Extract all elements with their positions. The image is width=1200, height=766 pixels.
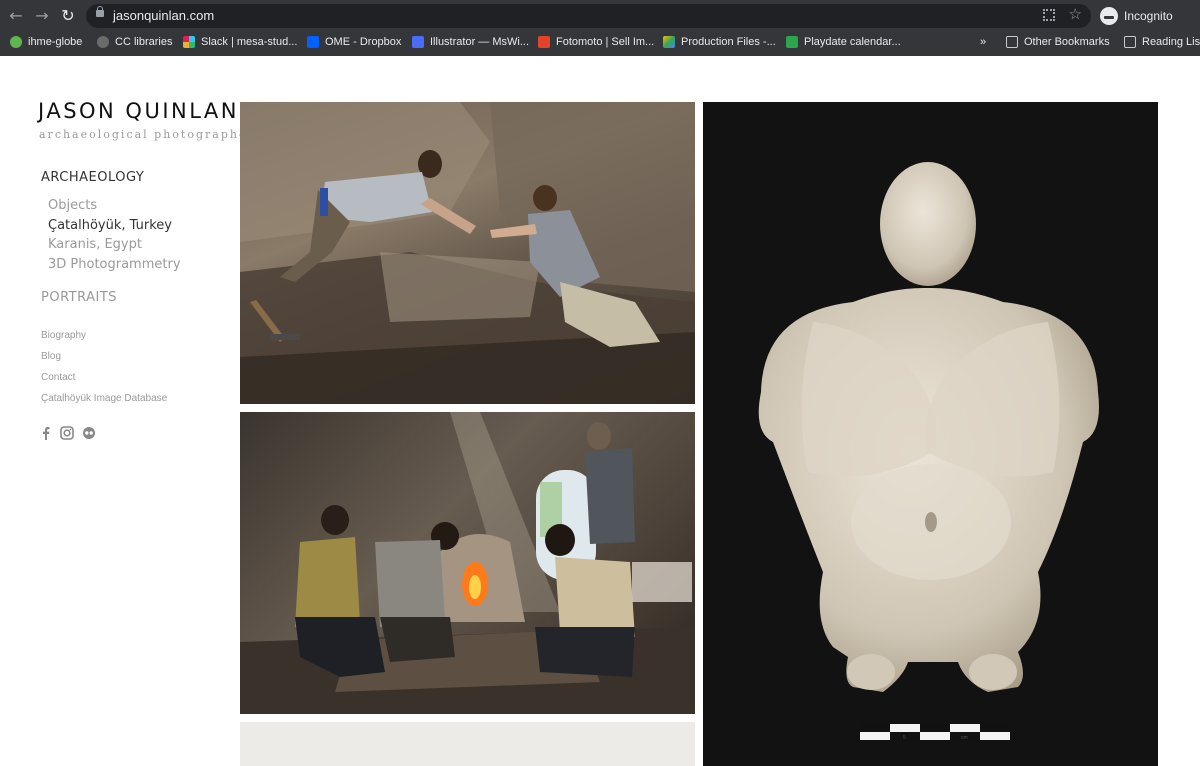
link-biography[interactable]: Biography <box>41 330 86 341</box>
reading-list-icon <box>1124 36 1136 48</box>
interior-scene-photo[interactable] <box>240 412 695 714</box>
slack-icon <box>183 36 195 48</box>
site-title[interactable]: JASON QUINLAN <box>38 99 239 123</box>
address-bar[interactable]: jasonquinlan.com ☆ <box>86 4 1091 28</box>
facebook-icon[interactable] <box>40 426 52 445</box>
creative-cloud-icon <box>97 36 109 48</box>
bookmark-cc-libraries[interactable]: CC libraries <box>97 34 172 50</box>
link-blog[interactable]: Blog <box>41 351 61 362</box>
incognito-label: Incognito <box>1124 9 1173 23</box>
dropbox-icon <box>307 36 319 48</box>
scale-label-cm: cm <box>961 735 968 741</box>
folder-icon <box>1006 36 1018 48</box>
site-subtitle: archaeological photographer <box>39 128 255 141</box>
hash-icon <box>412 36 424 48</box>
link-image-database[interactable]: Çatalhöyük Image Database <box>41 393 167 404</box>
nav-portraits[interactable]: PORTRAITS <box>41 290 117 305</box>
browser-chrome: ← → ↻ jasonquinlan.com ☆ Incognito ihme-… <box>0 0 1200 56</box>
instagram-icon[interactable] <box>60 426 74 445</box>
bookmarks-bar: ihme-globe CC libraries Slack | mesa-stu… <box>0 32 1200 52</box>
reading-list-button[interactable]: Reading List <box>1124 34 1200 50</box>
incognito-indicator[interactable]: Incognito <box>1097 5 1179 27</box>
forward-arrow-icon[interactable]: → <box>32 6 52 26</box>
scale-bar: 5 cm <box>860 724 1010 741</box>
partial-photo[interactable] <box>240 722 695 766</box>
bookmark-illustrator[interactable]: Illustrator — MsWi... <box>412 34 529 50</box>
bookmark-other-bookmarks[interactable]: Other Bookmarks <box>1006 34 1110 50</box>
nav-archaeology[interactable]: ARCHAEOLOGY <box>41 170 144 185</box>
url-text[interactable]: jasonquinlan.com <box>113 8 214 23</box>
flickr-icon[interactable] <box>82 426 96 445</box>
link-contact[interactable]: Contact <box>41 372 75 383</box>
sheets-icon <box>786 36 798 48</box>
drive-icon <box>663 36 675 48</box>
globe-icon <box>10 36 22 48</box>
star-icon[interactable]: ☆ <box>1069 5 1082 23</box>
excavation-photo[interactable] <box>240 102 695 404</box>
reload-icon[interactable]: ↻ <box>58 6 78 26</box>
nav-item-photogrammetry[interactable]: 3D Photogrammetry <box>48 257 181 272</box>
lock-icon <box>96 6 104 17</box>
bookmarks-overflow-button[interactable]: » <box>980 34 986 50</box>
bookmark-dropbox[interactable]: OME - Dropbox <box>307 34 401 50</box>
nav-item-objects[interactable]: Objects <box>48 198 97 213</box>
bookmark-ihme-globe[interactable]: ihme-globe <box>10 34 82 50</box>
fotomoto-icon <box>538 36 550 48</box>
back-arrow-icon[interactable]: ← <box>6 6 26 26</box>
qr-code-icon[interactable] <box>1043 9 1055 21</box>
bookmark-playdate[interactable]: Playdate calendar... <box>786 34 901 50</box>
nav-item-catalhoyuk[interactable]: Çatalhöyük, Turkey <box>48 218 172 233</box>
figurine-photo[interactable]: 5 cm <box>703 102 1158 766</box>
incognito-icon <box>1100 7 1118 25</box>
scale-label-5: 5 <box>903 735 906 741</box>
nav-item-karanis[interactable]: Karanis, Egypt <box>48 237 142 252</box>
bookmark-production-files[interactable]: Production Files -... <box>663 34 776 50</box>
bookmark-slack[interactable]: Slack | mesa-stud... <box>183 34 297 50</box>
bookmark-fotomoto[interactable]: Fotomoto | Sell Im... <box>538 34 654 50</box>
